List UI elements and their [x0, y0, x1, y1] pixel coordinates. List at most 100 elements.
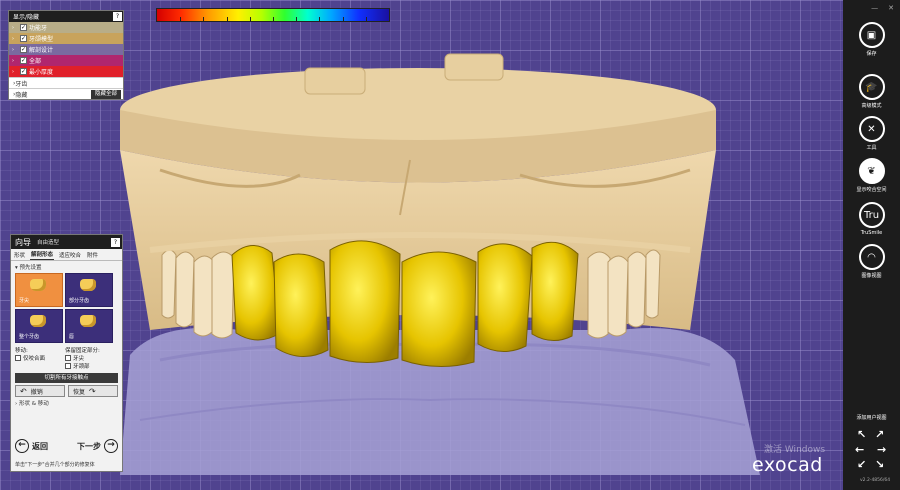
teeth-group-row[interactable]: › 牙齿 [9, 77, 123, 88]
dental-model [120, 53, 760, 475]
tile-cusp[interactable]: 牙尖 [15, 273, 63, 307]
layer-row[interactable]: › ✓ 解剖设计 [9, 44, 123, 55]
arrow-down-right-icon[interactable]: ↘ [875, 458, 884, 471]
minimize-icon[interactable]: — [871, 4, 878, 12]
scale-tick [342, 17, 344, 21]
teeth-group-label: 牙齿 [15, 80, 28, 88]
expand-icon[interactable]: › [12, 25, 18, 31]
tool-expert[interactable]: 🎓 高级模式 [843, 74, 900, 109]
protect-cervical-option[interactable]: 牙颈部 [65, 362, 125, 370]
arrow-up-left-icon[interactable]: ↖ [857, 428, 866, 441]
wizard-subtitle: 自由造型 [37, 240, 60, 246]
checkbox[interactable] [65, 355, 71, 361]
occlusal-only-option[interactable]: 仅咬合面 [15, 354, 63, 362]
back-button[interactable]: ← 返回 [15, 439, 48, 453]
protect-cusp-option[interactable]: 牙尖 [65, 354, 125, 362]
add-user-view-label[interactable]: 添加用户视图 [843, 414, 900, 421]
expand-icon[interactable]: › [12, 58, 18, 64]
visibility-checkbox[interactable]: ✓ [20, 24, 27, 31]
back-label: 返回 [32, 441, 48, 451]
layer-label: 功能牙 [29, 25, 48, 32]
tab-shape[interactable]: 形状 [13, 250, 26, 260]
tool-occlusion[interactable]: ❦ 显示咬合空间 [843, 158, 900, 193]
tab-anatomy[interactable]: 解剖形态 [30, 249, 55, 260]
redo-label: 恢复 [73, 388, 86, 396]
tile-label: 牙尖 [19, 298, 30, 304]
layer-label: 全部 [29, 58, 42, 65]
visibility-checkbox[interactable]: ✓ [20, 68, 27, 75]
expand-icon[interactable]: › [12, 36, 18, 42]
tool-image-view[interactable]: ◠ 图像视图 [843, 244, 900, 279]
scale-tick [226, 17, 228, 21]
option-label: 牙尖 [73, 356, 85, 362]
tool-trusmile[interactable]: Tru TruSmile [843, 202, 900, 236]
checkbox[interactable] [15, 355, 21, 361]
tile-partial-tooth[interactable]: 部分牙齿 [65, 273, 113, 307]
morph-section[interactable]: › 形状 & 移动 [11, 397, 122, 409]
layer-row[interactable]: › ✓ 功能牙 [9, 22, 123, 33]
preset-section[interactable]: ▾ 预先设置 [11, 261, 122, 273]
tooth-icon [80, 315, 96, 327]
checkbox[interactable] [65, 363, 71, 369]
tile-whole-tooth[interactable]: 整个牙齿 [15, 309, 63, 343]
distance-color-scale [156, 8, 390, 22]
move-options: 移动: 仅咬合面 保留固定部分: 牙尖 牙颈部 [11, 343, 122, 370]
wizard-title: 向导 [15, 237, 31, 247]
close-icon[interactable]: ✕ [888, 4, 894, 12]
tab-occlusion[interactable]: 适应咬合 [58, 250, 82, 260]
hide-group-label: 隐藏 [15, 91, 28, 99]
tool-save[interactable]: ▣ 保存 [843, 22, 900, 57]
visibility-panel: 显示/隐藏 ? › ✓ 功能牙 › ✓ 牙颌模型 › ✓ 解剖设计 › ✓ 全部 › ✓ 最小厚度 › 牙齿… [8, 10, 124, 100]
tile-lip[interactable]: 唇 [65, 309, 113, 343]
tool-label: 保存 [866, 51, 877, 57]
hide-all-button[interactable]: 隐藏全部 [90, 89, 121, 99]
tab-attachments[interactable]: 附件 [86, 250, 99, 260]
occlusion-icon: ❦ [858, 158, 885, 184]
option-label: 牙颈部 [73, 364, 90, 370]
visibility-checkbox[interactable]: ✓ [20, 46, 27, 53]
arrow-up-right-icon[interactable]: ↗ [875, 428, 884, 441]
scale-tick [319, 17, 321, 21]
preset-section-label: 预先设置 [19, 265, 42, 271]
layer-row[interactable]: › ✓ 最小厚度 [9, 66, 123, 77]
redo-button[interactable]: 恢复 ↷ [68, 385, 118, 397]
arrow-right-icon: → [104, 439, 118, 453]
visibility-panel-header[interactable]: 显示/隐藏 ? [9, 11, 123, 22]
arrow-down-left-icon[interactable]: ↙ [857, 458, 866, 471]
undo-label: 撤销 [30, 388, 43, 396]
scale-tick [203, 17, 205, 21]
next-button[interactable]: 下一步 → [77, 439, 118, 453]
undo-icon: ↶ [20, 386, 27, 396]
3d-viewport[interactable] [0, 0, 843, 490]
morph-section-label: 形状 & 移动 [18, 401, 49, 407]
layer-row[interactable]: › ✓ 全部 [9, 55, 123, 66]
layer-row[interactable]: › ✓ 牙颌模型 [9, 33, 123, 44]
visibility-checkbox[interactable]: ✓ [20, 35, 27, 42]
protect-label: 保留固定部分: [65, 348, 100, 354]
layer-label: 解剖设计 [29, 47, 54, 54]
tooth-icon [80, 279, 96, 291]
preset-tiles: 牙尖 部分牙齿 整个牙齿 唇 [11, 273, 122, 343]
view-direction-arrows[interactable]: ↖ ↗ ← → ↙ ↘ [855, 428, 889, 474]
tool-label: 图像视图 [861, 273, 882, 279]
tile-label: 唇 [69, 334, 75, 340]
arrow-left-icon: ← [15, 439, 29, 453]
arrow-right-icon[interactable]: → [877, 443, 886, 456]
hide-group-row[interactable]: › 隐藏 隐藏全部 [9, 88, 123, 99]
undo-button[interactable]: ↶ 撤销 [15, 385, 65, 397]
tooth-icon [30, 315, 46, 327]
help-button[interactable]: ? [111, 237, 120, 247]
expand-icon[interactable]: › [12, 47, 18, 53]
help-button[interactable]: ? [113, 12, 122, 21]
tool-label: TruSmile [860, 230, 883, 236]
tool-tools[interactable]: ✕ 工具 [843, 116, 900, 151]
undo-redo-row: ↶ 撤销 恢复 ↷ [15, 385, 118, 397]
redo-icon: ↷ [89, 386, 96, 396]
visibility-checkbox[interactable]: ✓ [20, 57, 27, 64]
expand-icon[interactable]: › [12, 69, 18, 75]
trusmile-icon: Tru [858, 202, 885, 228]
arrow-left-icon[interactable]: ← [855, 443, 864, 456]
cut-contacts-button[interactable]: 切割所有牙接触点 [15, 373, 118, 383]
wizard-header: 向导 自由造型 ? [11, 235, 122, 249]
tooth-icon [30, 279, 46, 291]
